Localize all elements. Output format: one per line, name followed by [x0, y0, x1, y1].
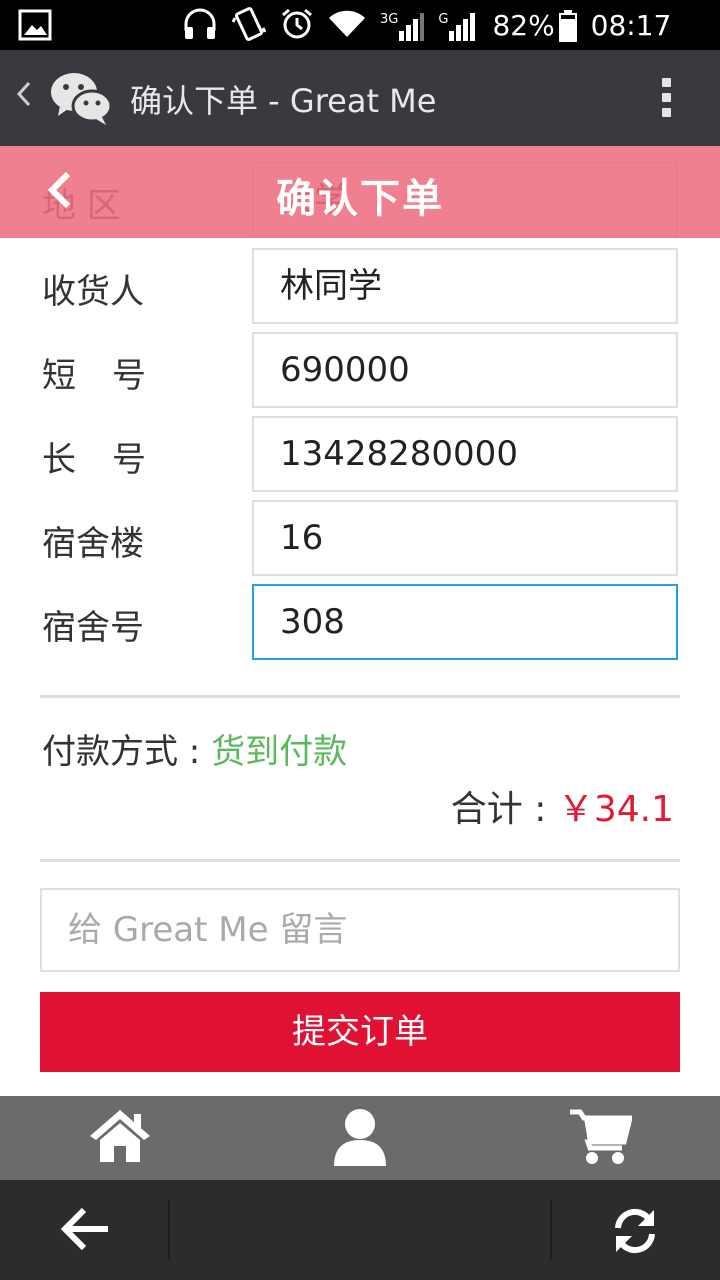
wechat-title-bar: 确认下单 - Great Me	[0, 50, 720, 146]
form-row-dorm-room: 宿舍号 308	[0, 584, 720, 660]
form-row-short-number: 短号 690000	[0, 332, 720, 408]
nav-back-button[interactable]	[60, 1206, 110, 1256]
message-input[interactable]: 给 Great Me 留言	[40, 888, 680, 972]
bottom-tab-bar	[0, 1096, 720, 1180]
dorm-building-field[interactable]: 16	[252, 500, 678, 576]
battery: 82%	[492, 6, 577, 46]
refresh-icon	[615, 1208, 655, 1254]
signal-bars-icon	[399, 13, 425, 41]
signal-3g: 3G	[380, 11, 425, 41]
page-header: 确认下单	[0, 146, 720, 238]
divider	[40, 859, 680, 862]
navigation-bar	[0, 1180, 720, 1280]
user-icon	[334, 1109, 386, 1166]
signal-bars-icon	[449, 13, 476, 41]
short-number-field[interactable]: 690000	[252, 332, 678, 408]
submit-order-button[interactable]: 提交订单	[40, 992, 680, 1072]
signal-g: G	[438, 11, 478, 41]
total-amount: ￥34.1	[557, 789, 674, 830]
chevron-left-icon	[16, 81, 31, 107]
wechat-back-button[interactable]	[16, 78, 32, 116]
battery-percent: 82%	[492, 9, 555, 42]
recipient-field[interactable]: 林同学	[252, 248, 678, 324]
divider	[40, 695, 680, 698]
recipient-label: 收货人	[42, 272, 144, 312]
form-row-recipient: 收货人 林同学	[0, 248, 720, 324]
nav-refresh-button[interactable]	[610, 1206, 660, 1260]
tab-profile[interactable]	[328, 1106, 392, 1170]
long-number-label: 长号	[42, 440, 182, 480]
wechat-logo-icon	[50, 72, 113, 130]
order-total: 合计 : ￥34.1	[451, 780, 674, 832]
alarm-icon	[280, 7, 314, 45]
long-number-field[interactable]: 13428280000	[252, 416, 678, 492]
dorm-room-label: 宿舍号	[42, 608, 144, 648]
payment-method-value[interactable]: 货到付款	[211, 732, 347, 772]
form-row-dorm-building: 宿舍楼 16	[0, 500, 720, 576]
payment-label: 付款方式 :	[42, 732, 212, 772]
battery-icon	[558, 10, 577, 42]
short-number-label: 短号	[42, 356, 182, 396]
dorm-building-label: 宿舍楼	[42, 524, 144, 564]
back-arrow-icon	[60, 1207, 108, 1251]
vibrate-icon	[231, 6, 267, 46]
nav-separator	[550, 1200, 552, 1260]
gallery-notification-icon	[18, 9, 52, 45]
home-icon	[90, 1110, 150, 1162]
network-3g-label: 3G	[380, 12, 399, 27]
page-title: 确认下单	[276, 176, 444, 222]
cart-icon	[570, 1109, 634, 1164]
total-label: 合计 :	[450, 789, 558, 830]
payment-method: 付款方式 : 货到付款	[42, 724, 347, 773]
status-bar: 3G G 82% 08:17	[0, 0, 720, 50]
wifi-icon	[328, 9, 366, 43]
tab-cart[interactable]	[568, 1106, 634, 1170]
wechat-page-title: 确认下单 - Great Me	[130, 82, 437, 120]
network-g-label: G	[438, 12, 449, 27]
clock: 08:17	[590, 9, 672, 42]
nav-separator	[168, 1200, 170, 1260]
form-row-long-number: 长号 13428280000	[0, 416, 720, 492]
dorm-room-field[interactable]: 308	[252, 584, 678, 660]
more-menu-icon[interactable]	[662, 78, 674, 123]
headphones-icon	[182, 7, 218, 45]
tab-home[interactable]	[88, 1106, 152, 1170]
